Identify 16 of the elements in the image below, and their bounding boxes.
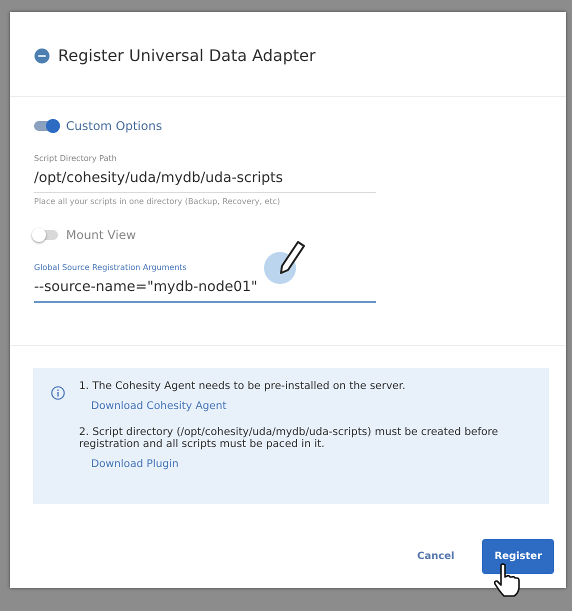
field-label: Script Directory Path [34, 153, 118, 165]
dialog-title: Register Universal Data Adapter [58, 45, 316, 67]
note-text: 2. Script directory (/opt/cohesity/uda/mydb/uda-scripts) must be created before registration and all scripts must be paced in it. [79, 426, 500, 450]
info-icon [51, 386, 65, 400]
download-link[interactable]: Download Cohesity Agent [91, 399, 227, 415]
text-field[interactable]: /opt/cohesity/uda/mydb/uda-scripts [34, 166, 376, 193]
logo-icon [34, 48, 50, 64]
toggle-switch[interactable] [34, 230, 58, 240]
toggle-label: Mount View [66, 227, 136, 244]
cancel-button[interactable]: Cancel [411, 548, 460, 565]
toggle-label: Custom Options [66, 118, 162, 135]
field-hint: Place all your scripts in one directory (Backup, Recovery, etc) [34, 196, 282, 208]
field-label: Global Source Registration Arguments [34, 262, 188, 274]
download-link[interactable]: Download Plugin [91, 456, 179, 473]
toggle-switch[interactable] [34, 121, 58, 131]
note-text: 1. The Cohesity Agent needs to be pre-installed on the server. [79, 380, 406, 392]
